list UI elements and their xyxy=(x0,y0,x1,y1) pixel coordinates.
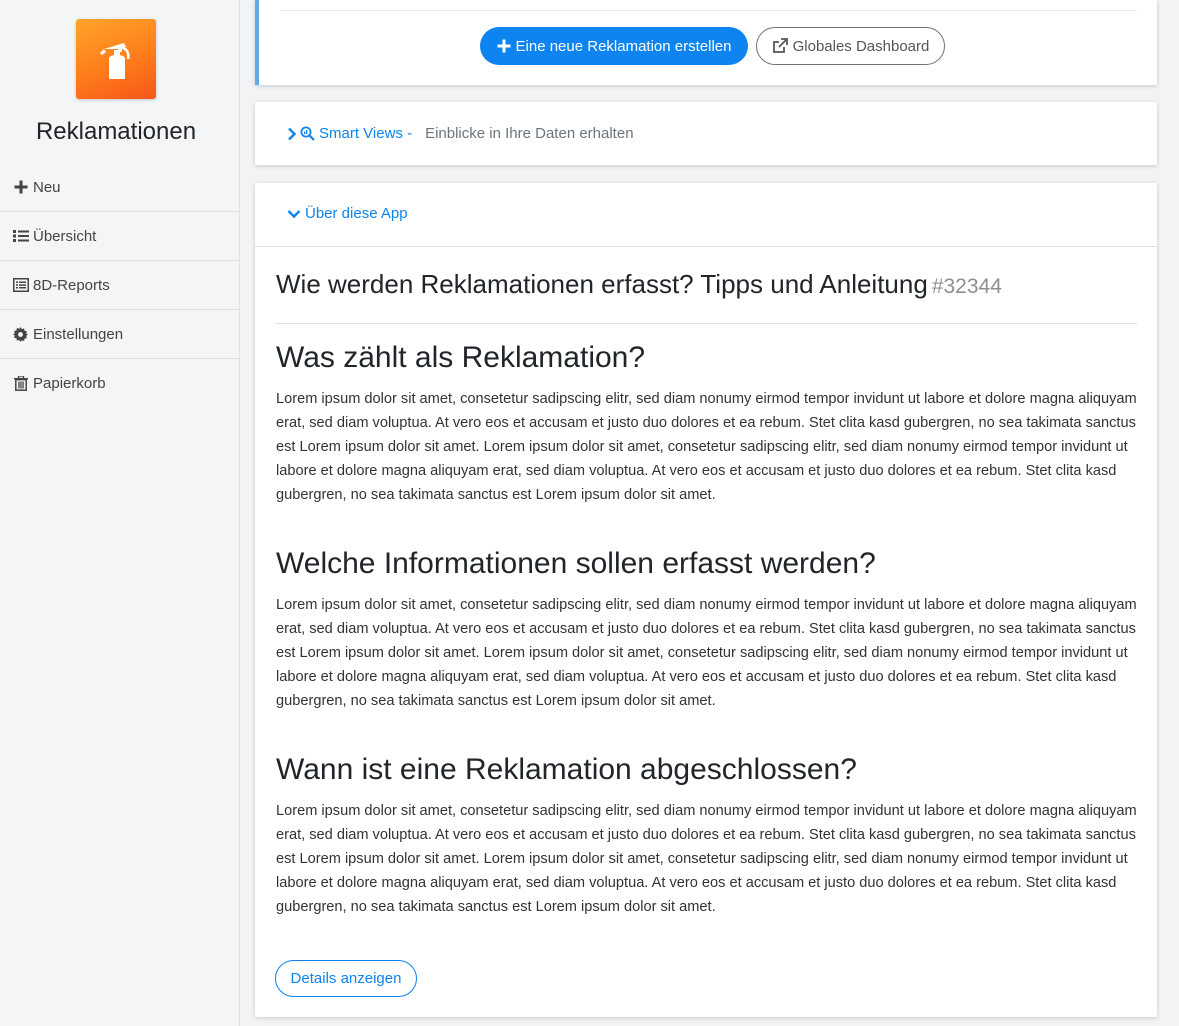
section-body: Lorem ipsum dolor sit amet, consetetur s… xyxy=(276,391,1137,503)
list-box-icon xyxy=(12,277,29,294)
global-dashboard-button[interactable]: Globales Dashboard xyxy=(756,27,945,65)
sidebar-item-label: Papierkorb xyxy=(33,375,106,392)
sidebar: Reklamationen Neu Übersicht 8D-Reports E… xyxy=(0,0,240,1026)
sidebar-nav: Neu Übersicht 8D-Reports Einstellungen P… xyxy=(0,163,239,408)
plus-icon xyxy=(12,179,29,196)
gear-icon xyxy=(12,326,29,343)
new-reklamation-label: Eine neue Reklamation erstellen xyxy=(515,37,732,55)
about-card: Über diese App Wie werden Reklamationen … xyxy=(255,183,1157,1017)
external-link-icon xyxy=(772,38,788,54)
new-reklamation-button[interactable]: Eine neue Reklamation erstellen xyxy=(480,27,748,65)
fire-extinguisher-icon xyxy=(100,43,130,79)
trash-icon xyxy=(12,375,29,392)
sidebar-item-label: Neu xyxy=(33,178,61,196)
chevron-down-icon xyxy=(287,209,301,219)
list-icon xyxy=(12,228,29,245)
smart-views-description: Einblicke in Ihre Daten erhalten xyxy=(425,125,634,142)
section-body: Lorem ipsum dolor sit amet, consetetur s… xyxy=(276,597,1137,709)
smart-views-card: Smart Views - Einblicke in Ihre Daten er… xyxy=(255,102,1157,165)
section-heading: Was zählt als Reklamation? xyxy=(276,341,646,374)
sidebar-item-label: 8D-Reports xyxy=(33,276,110,294)
sidebar-item-neu[interactable]: Neu xyxy=(0,163,239,212)
smart-views-toggle[interactable]: Smart Views - xyxy=(287,125,412,142)
app-title: Reklamationen xyxy=(35,118,197,145)
section-heading: Welche Informationen sollen erfasst werd… xyxy=(276,547,876,580)
help-id: #32344 xyxy=(931,275,1002,298)
divider xyxy=(275,323,1137,324)
sidebar-item-papierkorb[interactable]: Papierkorb xyxy=(0,359,239,408)
global-dashboard-label: Globales Dashboard xyxy=(792,37,930,55)
help-title: Wie werden Reklamationen erfasst? Tipps … xyxy=(276,269,1002,300)
section-body: Lorem ipsum dolor sit amet, consetetur s… xyxy=(276,803,1137,915)
sidebar-item-einstellungen[interactable]: Einstellungen xyxy=(0,310,239,359)
divider xyxy=(255,246,1157,247)
section-heading: Wann ist eine Reklamation abgeschlossen? xyxy=(276,753,857,786)
sidebar-item-uebersicht[interactable]: Übersicht xyxy=(0,212,239,261)
actions-card: Eine neue Reklamation erstellen Globales… xyxy=(255,0,1157,85)
chevron-right-icon xyxy=(287,127,297,141)
sidebar-item-8d-reports[interactable]: 8D-Reports xyxy=(0,261,239,310)
divider xyxy=(280,10,1137,11)
about-toggle-label: Über diese App xyxy=(305,205,408,222)
sidebar-item-label: Einstellungen xyxy=(33,325,124,343)
search-analytics-icon xyxy=(300,126,315,141)
about-toggle[interactable]: Über diese App xyxy=(287,205,408,222)
plus-icon xyxy=(497,39,511,53)
details-button[interactable]: Details anzeigen xyxy=(275,960,417,997)
help-title-text: Wie werden Reklamationen erfasst? Tipps … xyxy=(276,269,928,299)
smart-views-label: Smart Views - xyxy=(319,125,413,142)
app-logo[interactable] xyxy=(76,19,156,99)
smart-views-row: Smart Views - Einblicke in Ihre Daten er… xyxy=(287,125,634,142)
sidebar-item-label: Übersicht xyxy=(33,227,97,245)
